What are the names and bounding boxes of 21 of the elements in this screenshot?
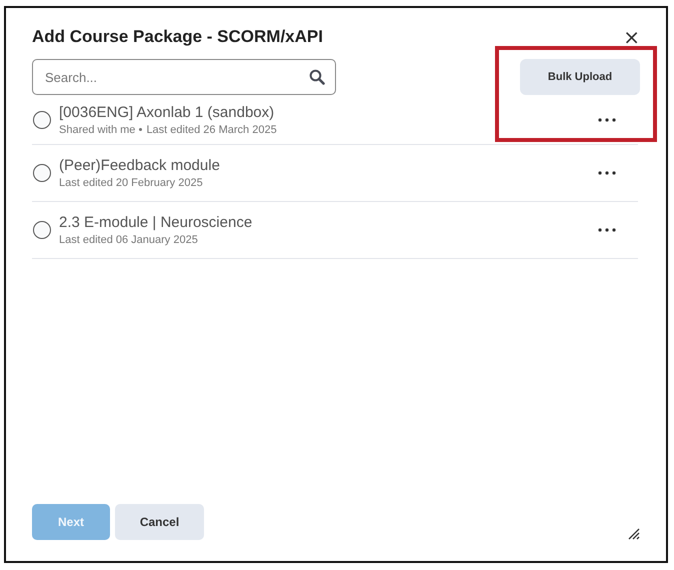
more-options-icon[interactable] <box>598 118 616 122</box>
close-button[interactable]: × <box>623 25 640 49</box>
search-field[interactable]: Search... <box>32 59 336 95</box>
package-title: (Peer)Feedback module <box>59 157 221 174</box>
search-icon <box>309 69 325 85</box>
edited-date: Last edited 06 January 2025 <box>59 234 198 246</box>
radio-button[interactable] <box>33 110 51 128</box>
bulk-upload-button[interactable]: Bulk Upload <box>520 59 640 95</box>
edited-date: Last edited 20 February 2025 <box>59 177 203 189</box>
cancel-button[interactable]: Cancel <box>115 504 204 540</box>
dialog-title: Add Course Package - SCORM/xAPI <box>32 27 323 47</box>
shared-label: Shared with me <box>59 124 136 136</box>
package-title: 2.3 E-module | Neuroscience <box>59 214 254 231</box>
radio-button[interactable] <box>33 164 51 182</box>
resize-handle-icon[interactable] <box>628 528 640 540</box>
radio-button[interactable] <box>33 221 51 239</box>
more-options-icon[interactable] <box>598 171 616 175</box>
bullet-icon <box>139 128 142 131</box>
package-title: [0036ENG] Axonlab 1 (sandbox) <box>59 104 276 120</box>
edited-date: Last edited 26 March 2025 <box>146 124 277 136</box>
more-options-icon[interactable] <box>598 228 616 232</box>
